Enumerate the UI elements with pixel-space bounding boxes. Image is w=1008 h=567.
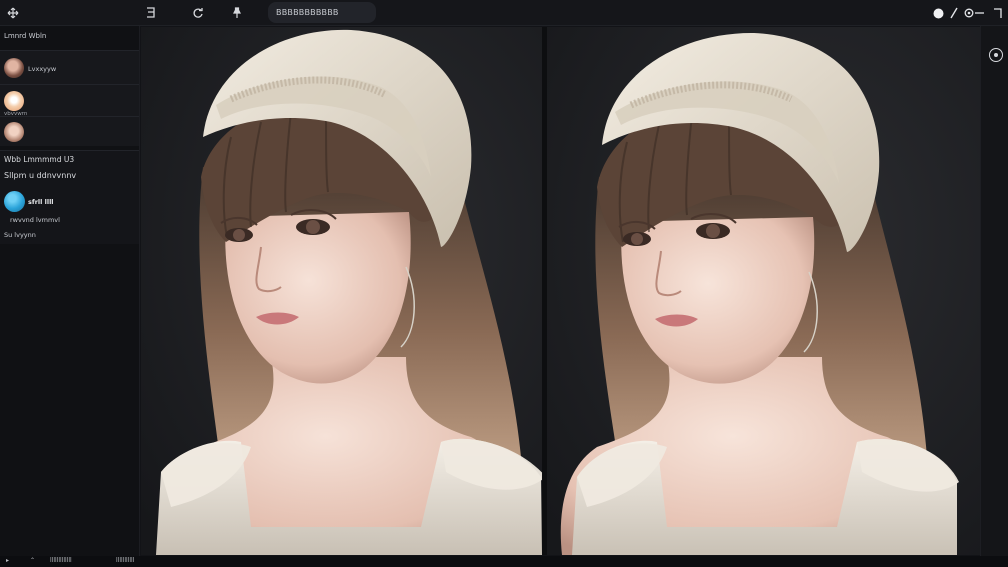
group-line-3: Su lvyynn (4, 231, 36, 239)
status-item-1: lllllllllllll (50, 557, 72, 564)
sidebar-item[interactable]: vbvvwrn (0, 111, 139, 146)
avatar (4, 122, 24, 142)
portrait-edited[interactable] (547, 27, 980, 555)
status-item-2: lllllllllll (116, 557, 135, 564)
window-icon[interactable] (992, 4, 1004, 22)
status-up-icon[interactable]: ⌃ (30, 557, 35, 564)
record-icon[interactable] (931, 4, 945, 22)
group-line-2: rwvvnd lvmmvl (10, 216, 60, 224)
group-heading: Wbb Lmmmmd U3 (4, 155, 75, 164)
rotate-icon[interactable] (189, 4, 207, 22)
group-subheading: Sllpm u ddnvvnnv (4, 171, 77, 180)
settings-minimize-icon[interactable] (964, 4, 986, 22)
status-caret-icon[interactable]: ▸ (6, 557, 9, 564)
group-line-1: sfrll llll (28, 198, 54, 206)
sidebar-item-label: vbvvwrn (4, 111, 28, 117)
pin-icon[interactable] (228, 4, 246, 22)
avatar (4, 58, 24, 78)
image-canvas[interactable] (141, 27, 980, 555)
right-rail (980, 26, 1008, 556)
avatar (4, 191, 25, 212)
portrait-original[interactable] (141, 27, 542, 555)
sidebar: Lmnrd Wbln Lvxxyyw vbvvwrn Wbb Lmmmmd U3… (0, 26, 140, 556)
avatar (4, 91, 24, 111)
move-icon[interactable] (4, 4, 22, 22)
sidebar-item[interactable]: Lvxxyyw (0, 50, 139, 84)
toolbar-text-field[interactable]: BBBBBBBBBBB (268, 2, 376, 23)
sidebar-item-label: Lvxxyyw (28, 65, 57, 73)
pen-icon[interactable] (948, 4, 960, 22)
top-toolbar: BBBBBBBBBBB (0, 0, 1008, 26)
layers-icon[interactable] (142, 4, 160, 22)
status-bar: ▸ ⌃ lllllllllllll lllllllllll (0, 556, 1008, 567)
target-icon[interactable] (989, 48, 1003, 62)
sidebar-group[interactable]: Wbb Lmmmmd U3 Sllpm u ddnvvnnv sfrll lll… (0, 150, 139, 244)
sidebar-title: Lmnrd Wbln (4, 32, 47, 40)
